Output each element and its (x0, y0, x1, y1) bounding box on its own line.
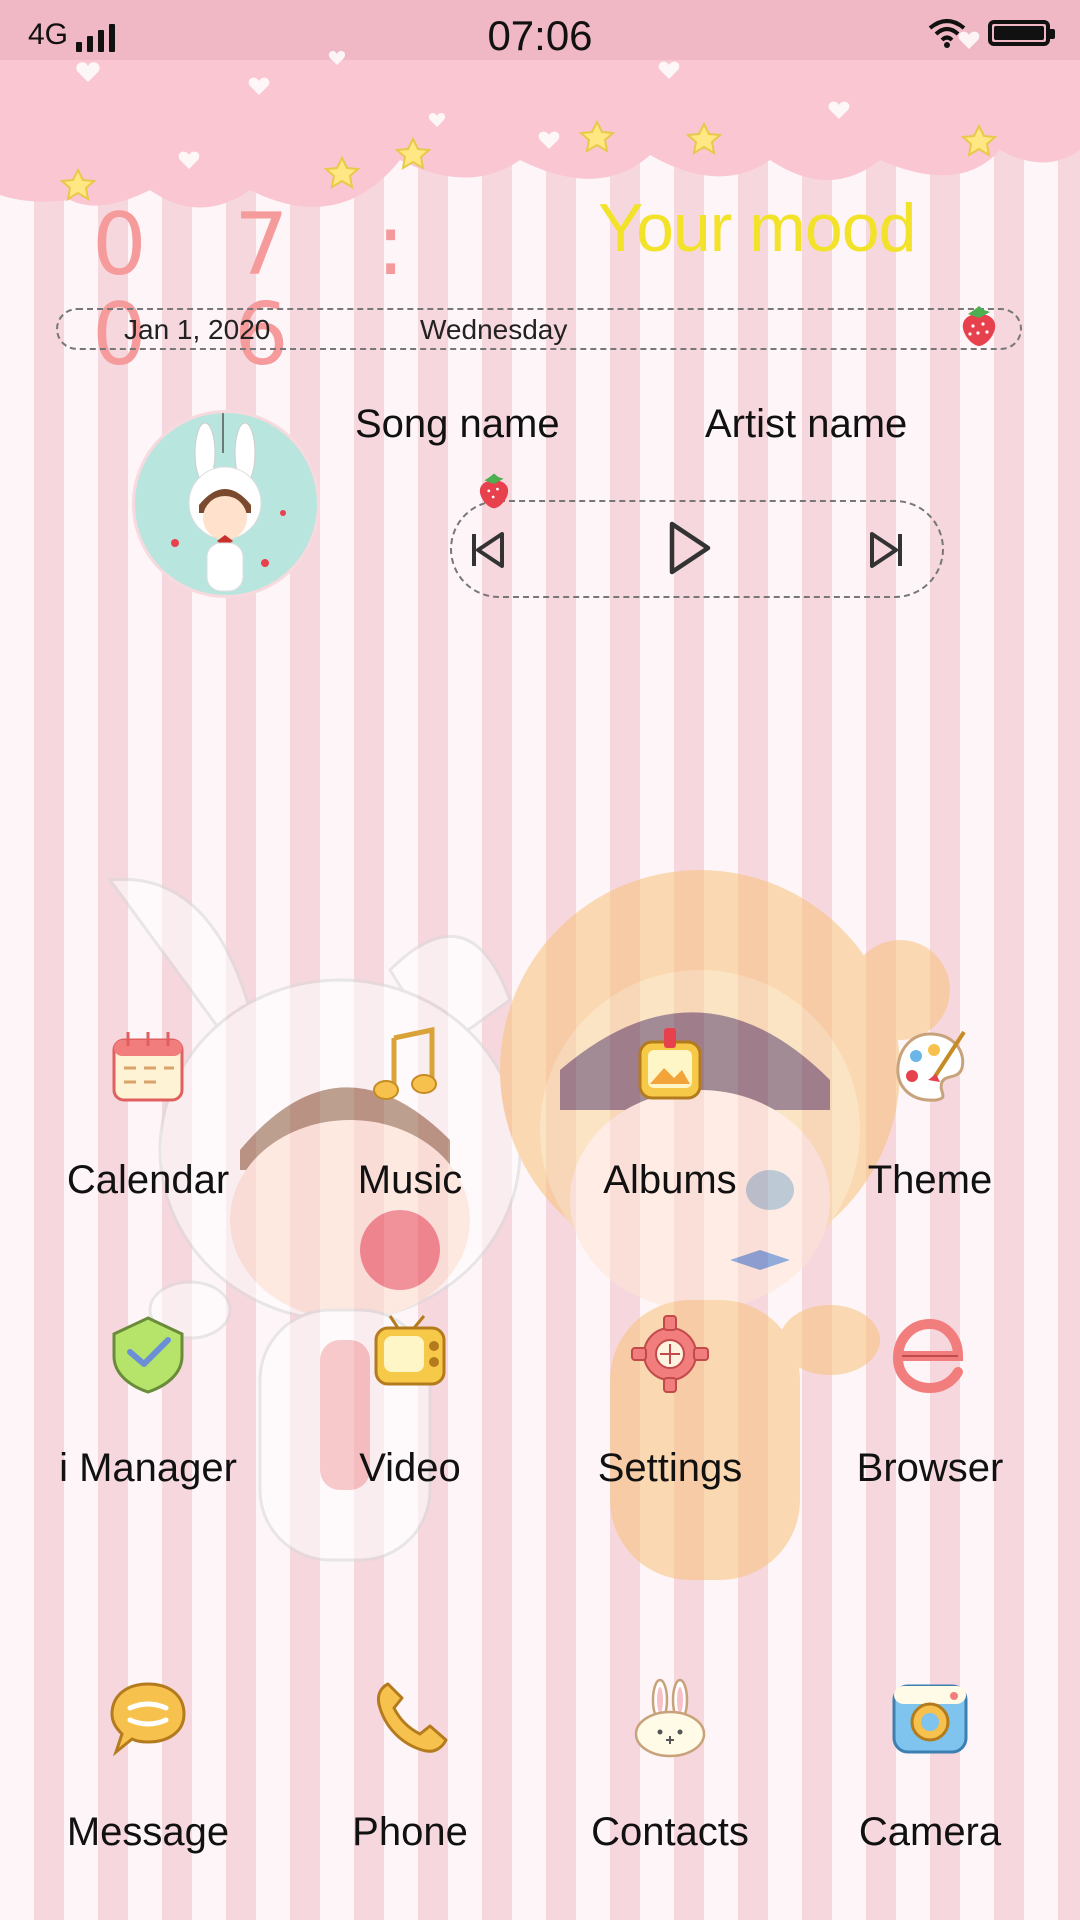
album-art-image (171, 413, 286, 592)
app-label: Phone (352, 1810, 468, 1854)
artist-name: Artist name (705, 402, 908, 446)
app-camera[interactable]: Camera (800, 1676, 1060, 1855)
battery-icon (988, 20, 1055, 46)
app-label: Albums (603, 1158, 737, 1202)
app-calendar[interactable]: Calendar (18, 1024, 278, 1203)
app-settings[interactable]: Settings (540, 1312, 800, 1491)
app-label: Camera (858, 1810, 1002, 1854)
weekday-label: Wednesday (420, 314, 568, 345)
tv-icon (374, 1315, 446, 1386)
mood-title: Your mood (598, 190, 916, 266)
album-art[interactable] (132, 410, 320, 598)
app-theme[interactable]: Theme (800, 1024, 1060, 1203)
app-label: Calendar (66, 1158, 230, 1202)
app-contacts[interactable]: Contacts (540, 1676, 800, 1855)
music-icon (373, 1026, 437, 1100)
date-label: Jan 1, 2020 (124, 314, 271, 345)
app-label: Music (357, 1158, 463, 1202)
app-label: Browser (856, 1446, 1004, 1490)
status-time: 07:06 (487, 12, 593, 59)
app-phone[interactable]: Phone (280, 1676, 540, 1855)
song-name: Song name (355, 402, 560, 446)
app-message[interactable]: Message (18, 1676, 278, 1855)
app-i-manager[interactable]: i Manager (18, 1312, 278, 1491)
app-label: i Manager (59, 1446, 237, 1490)
status-bar: 4G 07:06 (0, 0, 1080, 75)
wifi-icon (928, 19, 966, 48)
clock-widget[interactable]: 0 7 : 0 6 (92, 200, 512, 380)
wallpaper-characters (107, 870, 950, 1580)
gear-icon (631, 1315, 709, 1393)
player-controls (450, 473, 944, 598)
date-bar[interactable]: Jan 1, 2020 Wednesday (56, 306, 1022, 350)
strawberry-icon (962, 306, 996, 346)
bunny-icon (634, 1678, 706, 1758)
play-button[interactable] (658, 518, 718, 578)
phone-icon (376, 1682, 448, 1753)
app-label: Video (359, 1446, 461, 1490)
app-label: Contacts (591, 1810, 749, 1854)
palette-icon (896, 1030, 966, 1102)
app-music[interactable]: Music (280, 1024, 540, 1203)
previous-track-button[interactable] (460, 522, 516, 578)
app-video[interactable]: Video (280, 1312, 540, 1491)
app-label: Settings (597, 1446, 743, 1490)
app-albums[interactable]: Albums (540, 1024, 800, 1203)
strawberry-icon (479, 473, 509, 509)
app-label: Message (66, 1810, 230, 1854)
message-bubble-icon (110, 1682, 186, 1757)
app-browser[interactable]: Browser (800, 1312, 1060, 1491)
camera-icon (892, 1684, 968, 1754)
albums-icon (638, 1028, 702, 1100)
shield-check-icon (112, 1316, 184, 1394)
calendar-icon (112, 1032, 184, 1102)
app-label: Theme (867, 1158, 993, 1202)
browser-e-icon (892, 1318, 964, 1394)
next-track-button[interactable] (858, 522, 914, 578)
